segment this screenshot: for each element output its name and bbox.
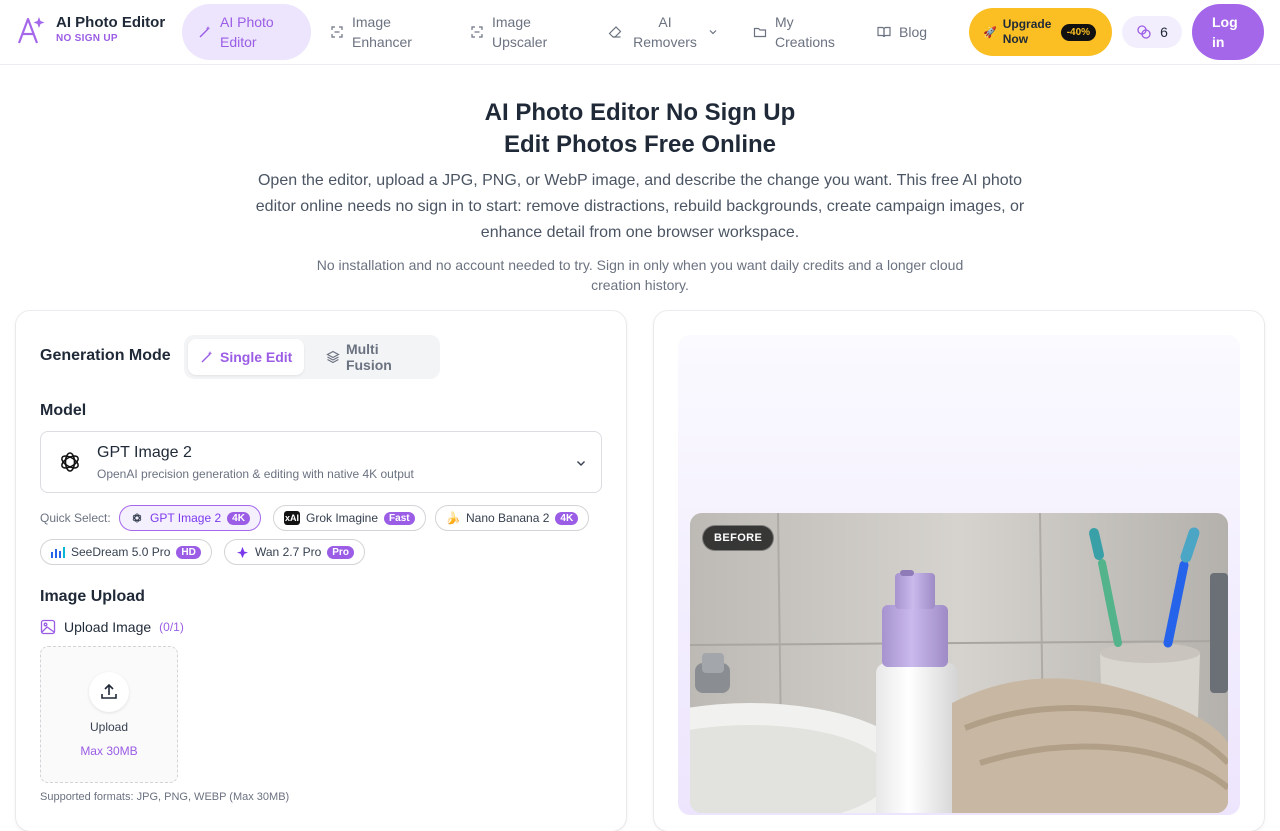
credits-count: 6 (1160, 24, 1168, 40)
openai-logo-icon (61, 452, 79, 472)
coins-icon (1137, 25, 1151, 39)
upload-dropzone[interactable]: Upload Max 30MB (40, 646, 178, 783)
before-image: BEFORE (690, 513, 1228, 813)
login-label: Log in (1212, 14, 1238, 50)
folder-icon (753, 27, 767, 38)
model-description: OpenAI precision generation & editing wi… (97, 467, 414, 481)
preview-panel: BEFORE (654, 311, 1264, 831)
upload-image-header: Upload Image (0/1) (40, 619, 184, 635)
sparkle-a-logo-icon (17, 17, 45, 44)
xai-logo-icon: xAI (284, 511, 300, 525)
chip-label: Nano Banana 2 (466, 511, 550, 525)
generation-mode-toggle: Single Edit Multi Fusion (184, 335, 440, 379)
page-title: AI Photo Editor No Sign Up Edit Photos F… (0, 97, 1280, 161)
image-upload-label: Image Upload (40, 588, 145, 605)
chip-label: Wan 2.7 Pro (255, 545, 322, 559)
editor-panel: Generation Mode Single Edit Multi Fusion… (16, 311, 626, 831)
upgrade-button[interactable]: 🚀 Upgrade Now -40% (969, 8, 1112, 56)
supported-formats: Supported formats: JPG, PNG, WEBP (Max 3… (40, 791, 290, 803)
nav-ai-photo-editor[interactable]: AI Photo Editor (182, 4, 311, 60)
wan-logo-icon (235, 545, 249, 559)
generation-mode-label: Generation Mode (40, 347, 171, 364)
chip-tag: HD (176, 545, 201, 559)
multi-fusion-button[interactable]: Multi Fusion (314, 339, 440, 375)
upload-count: (0/1) (159, 620, 184, 634)
chip-label: SeeDream 5.0 Pro (71, 545, 171, 559)
quick-select-grok-imagine[interactable]: xAI Grok Imagine Fast (273, 505, 426, 531)
chip-tag: Pro (327, 545, 354, 559)
brand-subtitle: NO SIGN UP (56, 33, 118, 44)
chip-label: Grok Imagine (306, 511, 379, 525)
title-line-2: Edit Photos Free Online (503, 131, 777, 158)
magic-wand-icon (199, 26, 211, 38)
chevron-down-icon (577, 461, 585, 466)
eraser-icon (608, 26, 622, 38)
upload-icon (89, 672, 129, 712)
brand[interactable]: AI Photo Editor NO SIGN UP (16, 14, 165, 46)
rocket-icon: 🚀 (983, 26, 997, 39)
before-badge: BEFORE (702, 525, 775, 551)
upload-image-label: Upload Image (64, 619, 152, 635)
nav-ai-removers[interactable]: AI Removers (608, 4, 718, 60)
magic-wand-icon (201, 351, 213, 363)
book-open-icon (877, 26, 891, 38)
image-icon (40, 619, 56, 635)
nav-label: Blog (899, 24, 928, 40)
nav-image-upscaler[interactable]: Image Upscaler (470, 4, 560, 60)
mode-label: Multi Fusion (345, 341, 392, 373)
title-line-1: AI Photo Editor No Sign Up (484, 99, 796, 126)
openai-logo-icon (130, 511, 144, 525)
chip-tag: 4K (555, 511, 579, 525)
quick-select-nano-banana-2[interactable]: 🍌 Nano Banana 2 4K (435, 505, 590, 531)
hero-description: Open the editor, upload a JPG, PNG, or W… (255, 172, 1025, 241)
hero-note: No installation and no account needed to… (316, 257, 964, 293)
nav-blog[interactable]: Blog (877, 4, 927, 60)
banana-icon: 🍌 (445, 511, 461, 525)
quick-select-label: Quick Select: (40, 511, 111, 525)
login-button[interactable]: Log in (1192, 4, 1264, 60)
scan-icon (471, 26, 483, 38)
nav-label: Image Enhancer (352, 14, 412, 50)
nav-my-creations[interactable]: My Creations (753, 4, 843, 60)
model-label: Model (40, 402, 87, 419)
quick-select-gpt-image-2[interactable]: GPT Image 2 4K (119, 505, 261, 531)
model-select[interactable]: GPT Image 2 OpenAI precision generation … (40, 431, 602, 493)
mode-label: Single Edit (220, 349, 293, 365)
seedream-logo-icon (51, 545, 65, 559)
credits-button[interactable]: 6 (1122, 16, 1182, 48)
layers-icon (326, 350, 340, 364)
single-edit-button[interactable]: Single Edit (188, 339, 305, 375)
bathroom-photo (690, 513, 1228, 813)
upgrade-label: Upgrade Now (1002, 17, 1052, 46)
upload-limit: Max 30MB (80, 744, 138, 758)
nav-image-enhancer[interactable]: Image Enhancer (330, 4, 420, 60)
chip-tag: Fast (384, 511, 415, 525)
chevron-down-icon (709, 30, 717, 35)
quick-select-wan-2-7-pro[interactable]: Wan 2.7 Pro Pro (224, 539, 365, 565)
discount-badge: -40% (1060, 23, 1097, 41)
nav-label: Image Upscaler (492, 14, 548, 50)
quick-select-seedream-5-pro[interactable]: SeeDream 5.0 Pro HD (40, 539, 212, 565)
top-navbar: AI Photo Editor NO SIGN UP AI Photo Edit… (0, 0, 1280, 65)
upload-button-label: Upload (89, 720, 129, 734)
nav-label: My Creations (775, 14, 835, 50)
nav-label: AI Removers (633, 14, 697, 50)
nav-label: AI Photo Editor (220, 14, 274, 50)
model-name: GPT Image 2 (97, 444, 192, 461)
chip-label: GPT Image 2 (150, 511, 222, 525)
brand-title: AI Photo Editor (56, 14, 166, 31)
scan-icon (331, 26, 343, 38)
chip-tag: 4K (227, 511, 250, 525)
